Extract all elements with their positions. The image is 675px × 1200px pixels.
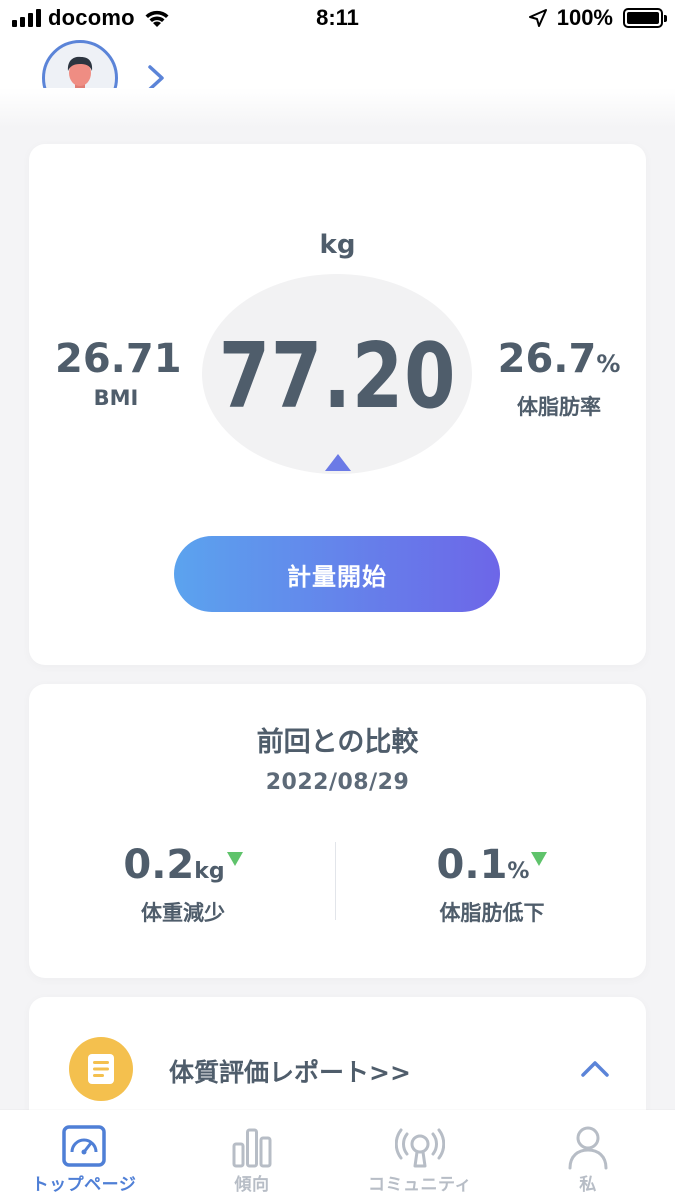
battery-icon xyxy=(623,8,667,28)
bmi-label: BMI xyxy=(93,386,139,410)
body-fat-number: 26.7% xyxy=(497,336,621,387)
broadcast-icon xyxy=(395,1128,445,1168)
body-fat-unit: % xyxy=(596,350,621,378)
person-icon xyxy=(568,1126,608,1170)
tab-top-page[interactable]: トップページ xyxy=(0,1110,168,1200)
body-fat-value: 26.7 xyxy=(497,336,597,382)
chevron-up-icon[interactable] xyxy=(577,1055,613,1083)
weight-change-label: 体重減少 xyxy=(141,901,225,925)
tab-trend-label: 傾向 xyxy=(234,1175,270,1195)
tab-me[interactable]: 私 xyxy=(504,1110,672,1200)
decrease-arrow-icon xyxy=(531,852,548,866)
body-fat-label: 体脂肪率 xyxy=(517,395,601,419)
location-arrow-icon xyxy=(528,9,547,27)
bar-chart-icon xyxy=(232,1128,272,1168)
bmi-stat: 26.71 BMI xyxy=(55,336,182,410)
tab-community-label: コミュニティ xyxy=(368,1175,472,1195)
fat-change: 0.1% 体脂肪低下 xyxy=(342,842,642,927)
comparison-title: 前回との比較 xyxy=(256,727,419,758)
document-icon xyxy=(69,1037,133,1101)
fat-change-number: 0.1% xyxy=(342,842,642,895)
decrease-arrow-icon xyxy=(226,852,243,866)
bmi-value: 26.71 xyxy=(55,336,182,382)
app-screen: docomo 8:11 100% kg 77.20 26.71 BMI 26.7… xyxy=(0,0,675,1200)
battery-percent: 100% xyxy=(556,5,613,30)
tab-top-page-label: トップページ xyxy=(31,1175,137,1195)
tab-trend[interactable]: 傾向 xyxy=(168,1110,336,1200)
weight-unit: kg xyxy=(319,230,356,260)
weight-change: 0.2kg 体重減少 xyxy=(33,842,333,927)
status-right: 100% xyxy=(528,5,667,30)
gauge-icon xyxy=(62,1125,106,1167)
tab-community[interactable]: コミュニティ xyxy=(336,1110,504,1200)
fat-change-value: 0.1 xyxy=(436,842,508,888)
status-bar: docomo 8:11 100% xyxy=(0,0,675,38)
comparison-card: 前回との比較 2022/08/29 0.2kg 体重減少 0.1% 体脂肪低下 xyxy=(29,684,646,978)
triangle-pointer-icon xyxy=(325,454,351,471)
header-fade xyxy=(0,88,675,128)
report-title[interactable]: 体質評価レポート>> xyxy=(169,1053,411,1089)
start-measurement-button[interactable]: 計量開始 xyxy=(174,536,500,612)
fat-change-label: 体脂肪低下 xyxy=(439,901,545,925)
weight-change-value: 0.2 xyxy=(123,842,195,888)
comparison-date: 2022/08/29 xyxy=(265,770,410,795)
comparison-divider xyxy=(335,842,336,920)
weight-change-unit: kg xyxy=(194,859,225,884)
bottom-tab-bar: トップページ 傾向 コミュニティ 私 xyxy=(0,1110,675,1200)
document-glyph xyxy=(88,1054,114,1084)
weight-change-number: 0.2kg xyxy=(33,842,333,895)
tab-me-label: 私 xyxy=(579,1175,597,1195)
fat-change-unit: % xyxy=(507,859,530,884)
measurement-card: kg 77.20 26.71 BMI 26.7% 体脂肪率 計量開始 xyxy=(29,144,646,665)
body-fat-stat: 26.7% 体脂肪率 xyxy=(497,336,621,421)
